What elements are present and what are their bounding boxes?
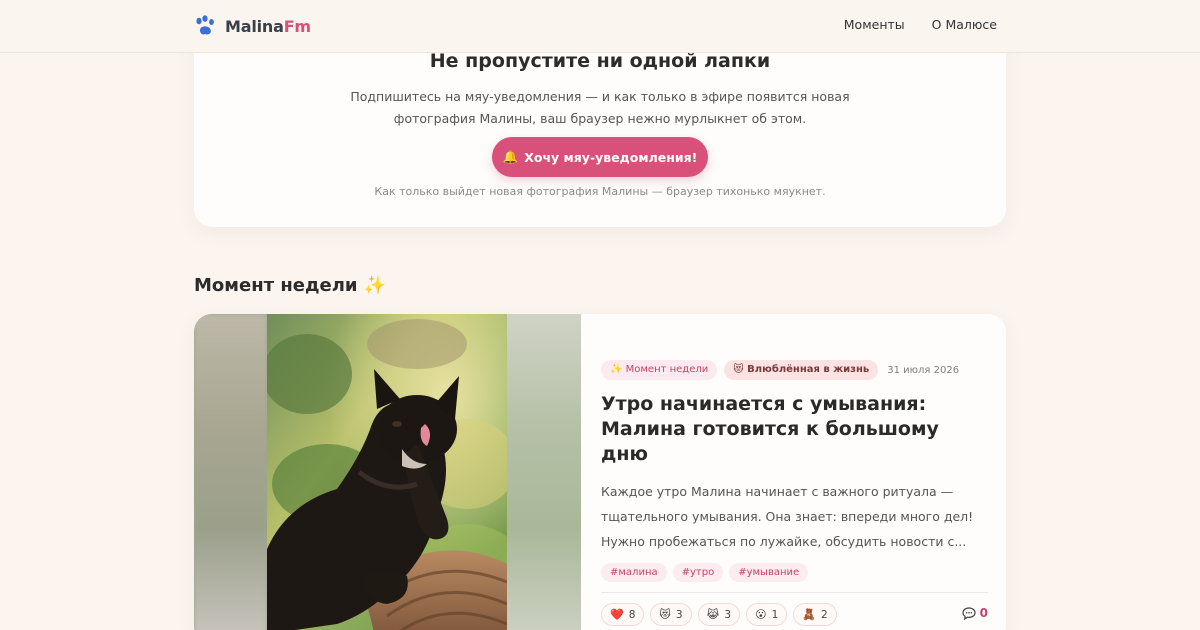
logo-main: Malina bbox=[225, 16, 284, 36]
paw-logo-icon bbox=[196, 15, 214, 35]
cat-laugh-icon: 😹 bbox=[706, 608, 720, 621]
nav-item-moments[interactable]: Моменты bbox=[844, 17, 905, 32]
subscribe-button[interactable]: 🔔 Хочу мяу-уведомления! bbox=[492, 137, 708, 177]
subscribe-description: Подпишитесь на мяу-уведомления — и как т… bbox=[350, 89, 850, 126]
reaction-surprised-button[interactable]: 😮 1 bbox=[746, 603, 788, 626]
moment-date: 31 июля 2026 bbox=[887, 364, 960, 376]
reaction-count: 3 bbox=[724, 608, 732, 621]
reaction-count: 3 bbox=[675, 608, 683, 621]
reaction-count: 2 bbox=[820, 608, 828, 621]
photo-blur-right bbox=[507, 314, 581, 630]
cat-photo bbox=[267, 314, 507, 630]
logo-accent: Fm bbox=[283, 16, 311, 36]
surprised-icon: 😮 bbox=[755, 608, 767, 621]
moment-meta: ✨ Момент недели 😻 Влюблённая в жизнь 31 … bbox=[601, 360, 988, 380]
subscribe-button-label: Хочу мяу-уведомления! bbox=[524, 149, 698, 165]
reaction-cat-heart-eyes-button[interactable]: 😻 3 bbox=[650, 603, 692, 626]
comments-link[interactable]: 0 bbox=[962, 606, 988, 620]
reaction-teddy-bear-button[interactable]: 🧸 2 bbox=[793, 603, 837, 626]
moment-info: ✨ Момент недели 😻 Влюблённая в жизнь 31 … bbox=[601, 360, 988, 626]
moment-of-week-badge: ✨ Момент недели bbox=[601, 360, 718, 380]
heart-icon: ❤️ bbox=[610, 608, 624, 621]
comments-count: 0 bbox=[979, 606, 988, 620]
comment-icon bbox=[962, 606, 976, 620]
logo-text: MalinaFm bbox=[225, 17, 311, 36]
photo-blur-left bbox=[194, 314, 267, 630]
reaction-count: 1 bbox=[771, 608, 779, 621]
section-title-text: Момент недели bbox=[194, 275, 358, 296]
moment-card[interactable]: ✨ Момент недели 😻 Влюблённая в жизнь 31 … bbox=[194, 314, 1006, 630]
tag-list: #малина #утро #умывание bbox=[601, 563, 988, 582]
reaction-count: 8 bbox=[628, 608, 636, 621]
tag-washing[interactable]: #умывание bbox=[729, 563, 809, 582]
site-header: MalinaFm Моменты О Малюсе bbox=[0, 0, 1200, 53]
nav-item-about[interactable]: О Малюсе bbox=[932, 17, 997, 32]
moment-title[interactable]: Утро начинается с умывания: Малина готов… bbox=[601, 392, 988, 467]
subscribe-note: Как только выйдет новая фотография Малин… bbox=[374, 185, 826, 198]
moment-photo-frame[interactable] bbox=[194, 314, 581, 630]
section-title: Момент недели ✨ bbox=[194, 275, 386, 296]
moment-excerpt: Каждое утро Малина начинает с важного ри… bbox=[601, 484, 974, 549]
divider bbox=[601, 592, 988, 593]
tag-malina[interactable]: #малина bbox=[601, 563, 667, 582]
mood-badge: 😻 Влюблённая в жизнь bbox=[724, 360, 879, 380]
reaction-bar: ❤️ 8 😻 3 😹 3 😮 1 🧸 2 0 bbox=[601, 603, 988, 626]
subscribe-title: Не пропустите ни одной лапки bbox=[429, 50, 771, 72]
logo-link[interactable]: MalinaFm bbox=[194, 15, 311, 37]
reaction-heart-button[interactable]: ❤️ 8 bbox=[601, 603, 645, 626]
tag-morning[interactable]: #утро bbox=[672, 563, 724, 582]
main-nav: Моменты О Малюсе bbox=[844, 17, 997, 32]
sparkles-icon: ✨ bbox=[363, 275, 386, 296]
reaction-cat-laugh-button[interactable]: 😹 3 bbox=[697, 603, 741, 626]
cat-heart-eyes-icon: 😻 bbox=[659, 608, 671, 621]
teddy-bear-icon: 🧸 bbox=[802, 608, 816, 621]
bell-icon: 🔔 bbox=[502, 149, 519, 164]
